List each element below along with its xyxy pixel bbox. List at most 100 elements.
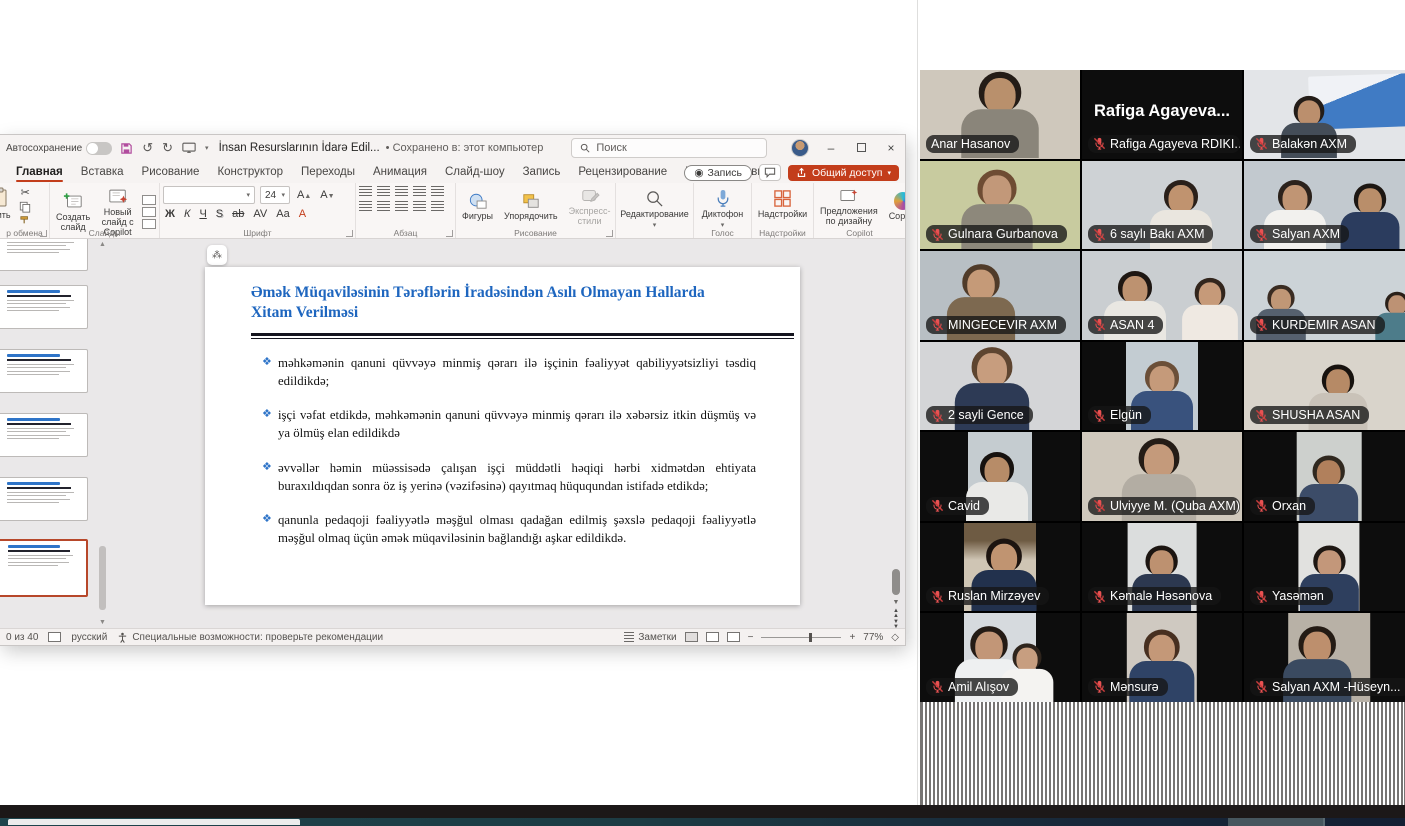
participant-tile[interactable]: Mənsurə xyxy=(1082,613,1242,702)
copy-icon[interactable] xyxy=(19,201,31,213)
account-avatar[interactable] xyxy=(791,139,809,157)
autosave-toggle[interactable] xyxy=(86,142,112,155)
format-painter-icon[interactable] xyxy=(19,215,31,225)
notes-button[interactable]: Заметки xyxy=(624,632,676,643)
undo-icon[interactable]: ↺ xyxy=(142,140,153,156)
share-button[interactable]: Общий доступ ▾ xyxy=(788,165,899,181)
participant-tile[interactable]: Salyan AXM xyxy=(1244,161,1405,250)
participant-tile[interactable]: 2 sayli Gence xyxy=(920,342,1080,431)
slide-thumbnail-6[interactable] xyxy=(0,539,88,597)
zoom-level[interactable]: 77% xyxy=(863,632,883,643)
font-style-button-6[interactable]: Aa xyxy=(274,208,291,220)
scroll-down-icon[interactable]: ▼ xyxy=(890,599,902,606)
participant-tile[interactable]: Cavid xyxy=(920,432,1080,521)
participant-tile[interactable]: MINGECEVIR AXM xyxy=(920,251,1080,340)
font-name-select[interactable]: ▾ xyxy=(163,186,255,204)
increase-font-icon[interactable]: A▲ xyxy=(295,189,313,201)
thumbnail-scrollbar[interactable]: ▲ ▼ xyxy=(97,241,108,626)
tab-рецензирование[interactable]: Рецензирование xyxy=(570,163,675,183)
layout-icon[interactable] xyxy=(142,195,156,205)
canvas-scrollbar[interactable]: ▼ ▲▲ ▼▼ xyxy=(890,241,902,624)
zoom-in-button[interactable]: + xyxy=(849,632,855,643)
font-style-button-2[interactable]: Ч xyxy=(197,208,208,220)
participant-tile[interactable]: Rafiga Agayeva...Rafiga Agayeva RDIKI... xyxy=(1082,70,1242,159)
justify-icon[interactable] xyxy=(413,201,426,211)
tab-анимация[interactable]: Анимация xyxy=(365,163,435,183)
font-style-button-7[interactable]: А xyxy=(297,208,308,220)
fit-slide-icon[interactable]: ◇ xyxy=(891,632,899,643)
participant-tile[interactable]: 6 saylı Bakı AXM xyxy=(1082,161,1242,250)
close-button[interactable]: × xyxy=(883,141,899,155)
designer-sparkle-button[interactable]: ⁂ xyxy=(207,245,227,265)
slide-thumbnail-2[interactable] xyxy=(0,285,88,329)
paragraph-dialog-launcher[interactable] xyxy=(446,230,453,237)
line-spacing-icon[interactable] xyxy=(431,186,444,196)
slideshow-icon[interactable] xyxy=(182,142,196,154)
font-size-select[interactable]: 24▾ xyxy=(260,186,290,204)
zoom-out-button[interactable]: − xyxy=(748,632,754,643)
font-style-button-5[interactable]: AV xyxy=(251,208,269,220)
font-style-button-4[interactable]: ab xyxy=(230,208,246,220)
document-title[interactable]: İnsan Resurslarının İdarə Edil... xyxy=(219,142,380,154)
font-dialog-launcher[interactable] xyxy=(346,230,353,237)
minimize-button[interactable]: – xyxy=(823,141,839,155)
dictate-button[interactable]: Диктофон ▾ xyxy=(697,188,748,231)
accessibility-status[interactable]: Специальные возможности: проверьте реком… xyxy=(117,632,383,643)
tab-конструктор[interactable]: Конструктор xyxy=(209,163,291,183)
font-style-button-0[interactable]: Ж xyxy=(163,208,177,220)
tab-вставка[interactable]: Вставка xyxy=(73,163,132,183)
slide-thumbnail-4[interactable] xyxy=(0,413,88,457)
reset-icon[interactable] xyxy=(142,207,156,217)
columns-icon[interactable] xyxy=(431,201,444,211)
numbering-icon[interactable] xyxy=(377,186,390,196)
participant-tile[interactable]: Gulnara Gurbanova xyxy=(920,161,1080,250)
quick-styles-button[interactable]: Экспресс-стили xyxy=(566,186,614,228)
font-style-button-3[interactable]: S xyxy=(214,208,225,220)
normal-view-icon[interactable] xyxy=(685,632,698,642)
font-style-button-1[interactable]: К xyxy=(182,208,192,220)
participant-tile[interactable]: Salyan AXM -Hüseyn... xyxy=(1244,613,1405,702)
redo-icon[interactable]: ↻ xyxy=(162,140,173,156)
tab-слайд-шоу[interactable]: Слайд-шоу xyxy=(437,163,513,183)
copilot-button[interactable]: Copilot xyxy=(886,191,905,223)
tab-рисование[interactable]: Рисование xyxy=(134,163,208,183)
participant-tile[interactable]: Elgün xyxy=(1082,342,1242,431)
participant-tile[interactable]: Ulviyye M. (Quba AXM) xyxy=(1082,432,1242,521)
maximize-button[interactable] xyxy=(853,141,869,155)
zoom-slider[interactable] xyxy=(761,637,841,638)
search-input[interactable]: Поиск xyxy=(571,138,767,158)
tab-запись[interactable]: Запись xyxy=(515,163,569,183)
saved-status[interactable]: • Сохранено в: этот компьютер xyxy=(386,142,544,154)
qat-customize-icon[interactable]: ▾ xyxy=(205,144,209,152)
previous-slide-button[interactable]: ▲▲ xyxy=(890,609,902,619)
shapes-button[interactable]: Фигуры xyxy=(459,191,496,223)
slide-canvas[interactable]: Əmək Müqaviləsinin Tərəflərin İradəsində… xyxy=(205,267,800,605)
align-center-icon[interactable] xyxy=(377,201,390,211)
participant-tile[interactable]: Balakən AXM xyxy=(1244,70,1405,159)
decrease-font-icon[interactable]: A▼ xyxy=(318,189,336,201)
language-status[interactable]: русский xyxy=(71,632,107,643)
participant-tile[interactable]: Amil Alışov xyxy=(920,613,1080,702)
indent-increase-icon[interactable] xyxy=(413,186,426,196)
tab-главная[interactable]: Главная xyxy=(8,163,71,183)
editing-button[interactable]: Редактирование ▾ xyxy=(619,188,690,231)
slideshow-view-icon[interactable] xyxy=(727,632,740,642)
align-right-icon[interactable] xyxy=(395,201,408,211)
participant-tile[interactable]: Ruslan Mirzəyev xyxy=(920,523,1080,612)
slide-thumbnail-1[interactable] xyxy=(0,239,88,271)
participant-tile[interactable]: KURDEMIR ASAN xyxy=(1244,251,1405,340)
participant-tile[interactable]: Anar Hasanov xyxy=(920,70,1080,159)
arrange-button[interactable]: Упорядочить xyxy=(501,191,561,223)
scroll-down-icon[interactable]: ▼ xyxy=(97,619,108,626)
clipboard-dialog-launcher[interactable] xyxy=(40,230,47,237)
participant-tile[interactable]: Orxan xyxy=(1244,432,1405,521)
indent-decrease-icon[interactable] xyxy=(395,186,408,196)
comments-button[interactable] xyxy=(759,164,781,181)
cut-icon[interactable]: ✂ xyxy=(19,186,32,199)
paste-button[interactable]: вить xyxy=(0,186,14,222)
reading-view-icon[interactable] xyxy=(706,632,719,642)
participant-tile[interactable]: Yasəmən xyxy=(1244,523,1405,612)
design-ideas-button[interactable]: Предложения по дизайну xyxy=(817,186,881,228)
drawing-dialog-launcher[interactable] xyxy=(606,230,613,237)
addins-button[interactable]: Надстройки xyxy=(755,188,810,221)
